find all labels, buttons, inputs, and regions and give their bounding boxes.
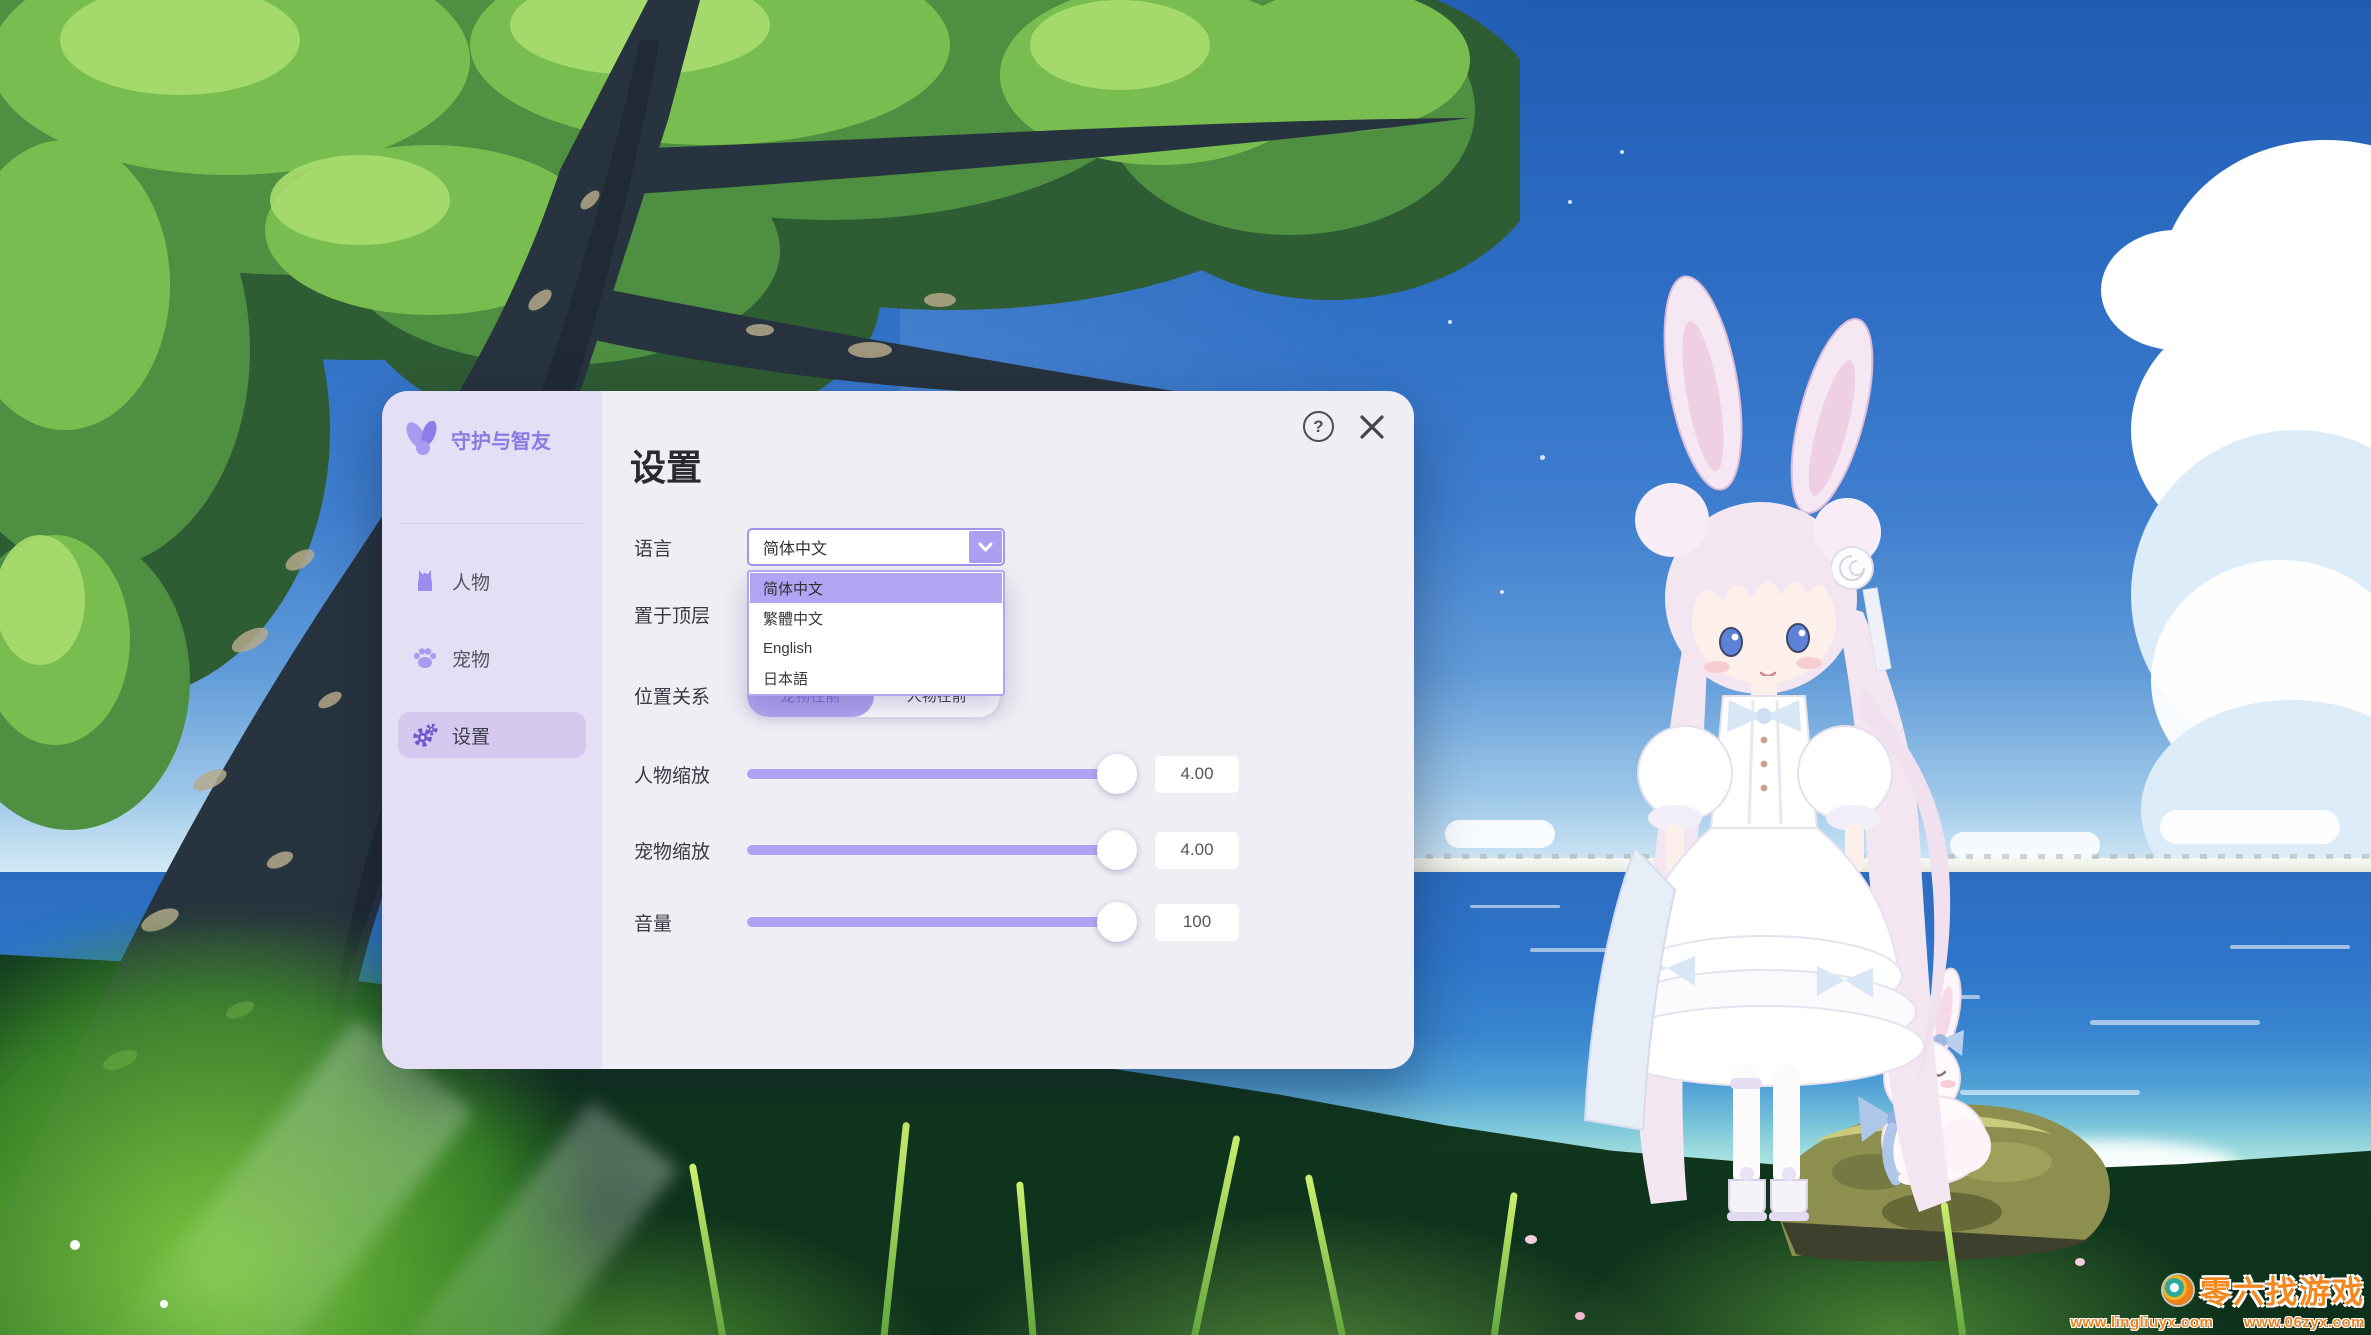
sparkle (1620, 150, 1624, 154)
flower (1575, 1312, 1585, 1320)
always-on-top-label: 置于顶层 (634, 601, 747, 628)
language-select[interactable]: 简体中文 (747, 528, 1005, 566)
flower (1525, 1235, 1537, 1244)
slider-track[interactable] (747, 769, 1134, 779)
pet-scale-slider (747, 830, 1134, 870)
volume-row: 音量 100 (634, 902, 1239, 942)
settings-dialog: 守护与智友 人物 宠物 (382, 391, 1414, 1069)
flower (70, 1240, 80, 1250)
cloud (2101, 230, 2251, 350)
character-illustration (1545, 268, 1965, 1228)
app-title: 守护与智友 (451, 425, 551, 454)
sidebar-item-settings[interactable]: 设置 (398, 712, 586, 758)
watermark-logo-icon (2163, 1275, 2193, 1305)
sidebar-item-label: 人物 (452, 568, 490, 595)
language-row: 语言 简体中文 (634, 528, 1005, 566)
desktop-wallpaper-scene: 零六找游戏 www.lingliuyx.com www.06zyx.com 守护… (0, 0, 2371, 1335)
dropdown-option-japanese[interactable]: 日本語 (750, 663, 1002, 693)
language-select-value: 简体中文 (763, 535, 827, 559)
sparkle (1568, 200, 1572, 204)
dropdown-option-english[interactable]: English (750, 633, 1002, 663)
pet-scale-label: 宠物缩放 (634, 837, 747, 864)
pet-scale-row: 宠物缩放 4.00 (634, 830, 1239, 870)
wave (2090, 1020, 2260, 1025)
pet-scale-value[interactable]: 4.00 (1155, 832, 1239, 869)
language-dropdown-list: 简体中文 繁體中文 English 日本語 (747, 570, 1005, 696)
dropdown-option-simplified-chinese[interactable]: 简体中文 (750, 573, 1002, 603)
wave (2230, 945, 2350, 949)
cloud (2160, 810, 2340, 844)
sidebar-item-label: 宠物 (452, 645, 490, 672)
app-brand: 守护与智友 (398, 417, 586, 461)
watermark-url-right: www.06zyx.com (2244, 1314, 2365, 1331)
sidebar-item-pet[interactable]: 宠物 (398, 635, 586, 681)
flower (160, 1300, 168, 1308)
volume-label: 音量 (634, 909, 747, 936)
sidebar: 守护与智友 人物 宠物 (382, 391, 602, 1069)
slider-handle[interactable] (1097, 830, 1137, 870)
settings-panel: ? 设置 语言 简体中文 (602, 391, 1414, 1069)
always-on-top-row: 置于顶层 (634, 601, 747, 628)
watermark-title: 零六找游戏 (2200, 1267, 2365, 1312)
bunny-ears-icon (402, 421, 442, 457)
pet-icon (412, 645, 438, 671)
close-icon[interactable] (1358, 413, 1386, 441)
slider-handle[interactable] (1097, 754, 1137, 794)
character-scale-label: 人物缩放 (634, 761, 747, 788)
flower (2075, 1258, 2085, 1266)
help-glyph: ? (1313, 417, 1323, 437)
volume-slider (747, 902, 1134, 942)
character-scale-value[interactable]: 4.00 (1155, 756, 1239, 793)
slider-track[interactable] (747, 845, 1134, 855)
settings-icon (412, 722, 438, 748)
sidebar-item-character[interactable]: 人物 (398, 558, 586, 604)
watermark-url-left: www.lingliuyx.com (2070, 1314, 2213, 1331)
character-icon (412, 568, 438, 594)
position-label: 位置关系 (634, 682, 747, 709)
chevron-down-icon[interactable] (969, 531, 1002, 563)
dropdown-option-traditional-chinese[interactable]: 繁體中文 (750, 603, 1002, 633)
page-title: 设置 (630, 439, 702, 491)
character-scale-slider (747, 754, 1134, 794)
volume-value[interactable]: 100 (1155, 904, 1239, 941)
watermark-urls: www.lingliuyx.com www.06zyx.com (2070, 1314, 2365, 1331)
watermark: 零六找游戏 www.lingliuyx.com www.06zyx.com (2070, 1267, 2365, 1331)
sidebar-divider (400, 523, 584, 524)
slider-track[interactable] (747, 917, 1134, 927)
help-icon[interactable]: ? (1303, 411, 1334, 442)
character-scale-row: 人物缩放 4.00 (634, 754, 1239, 794)
sidebar-item-label: 设置 (452, 722, 490, 749)
language-label: 语言 (634, 534, 747, 561)
slider-handle[interactable] (1097, 902, 1137, 942)
